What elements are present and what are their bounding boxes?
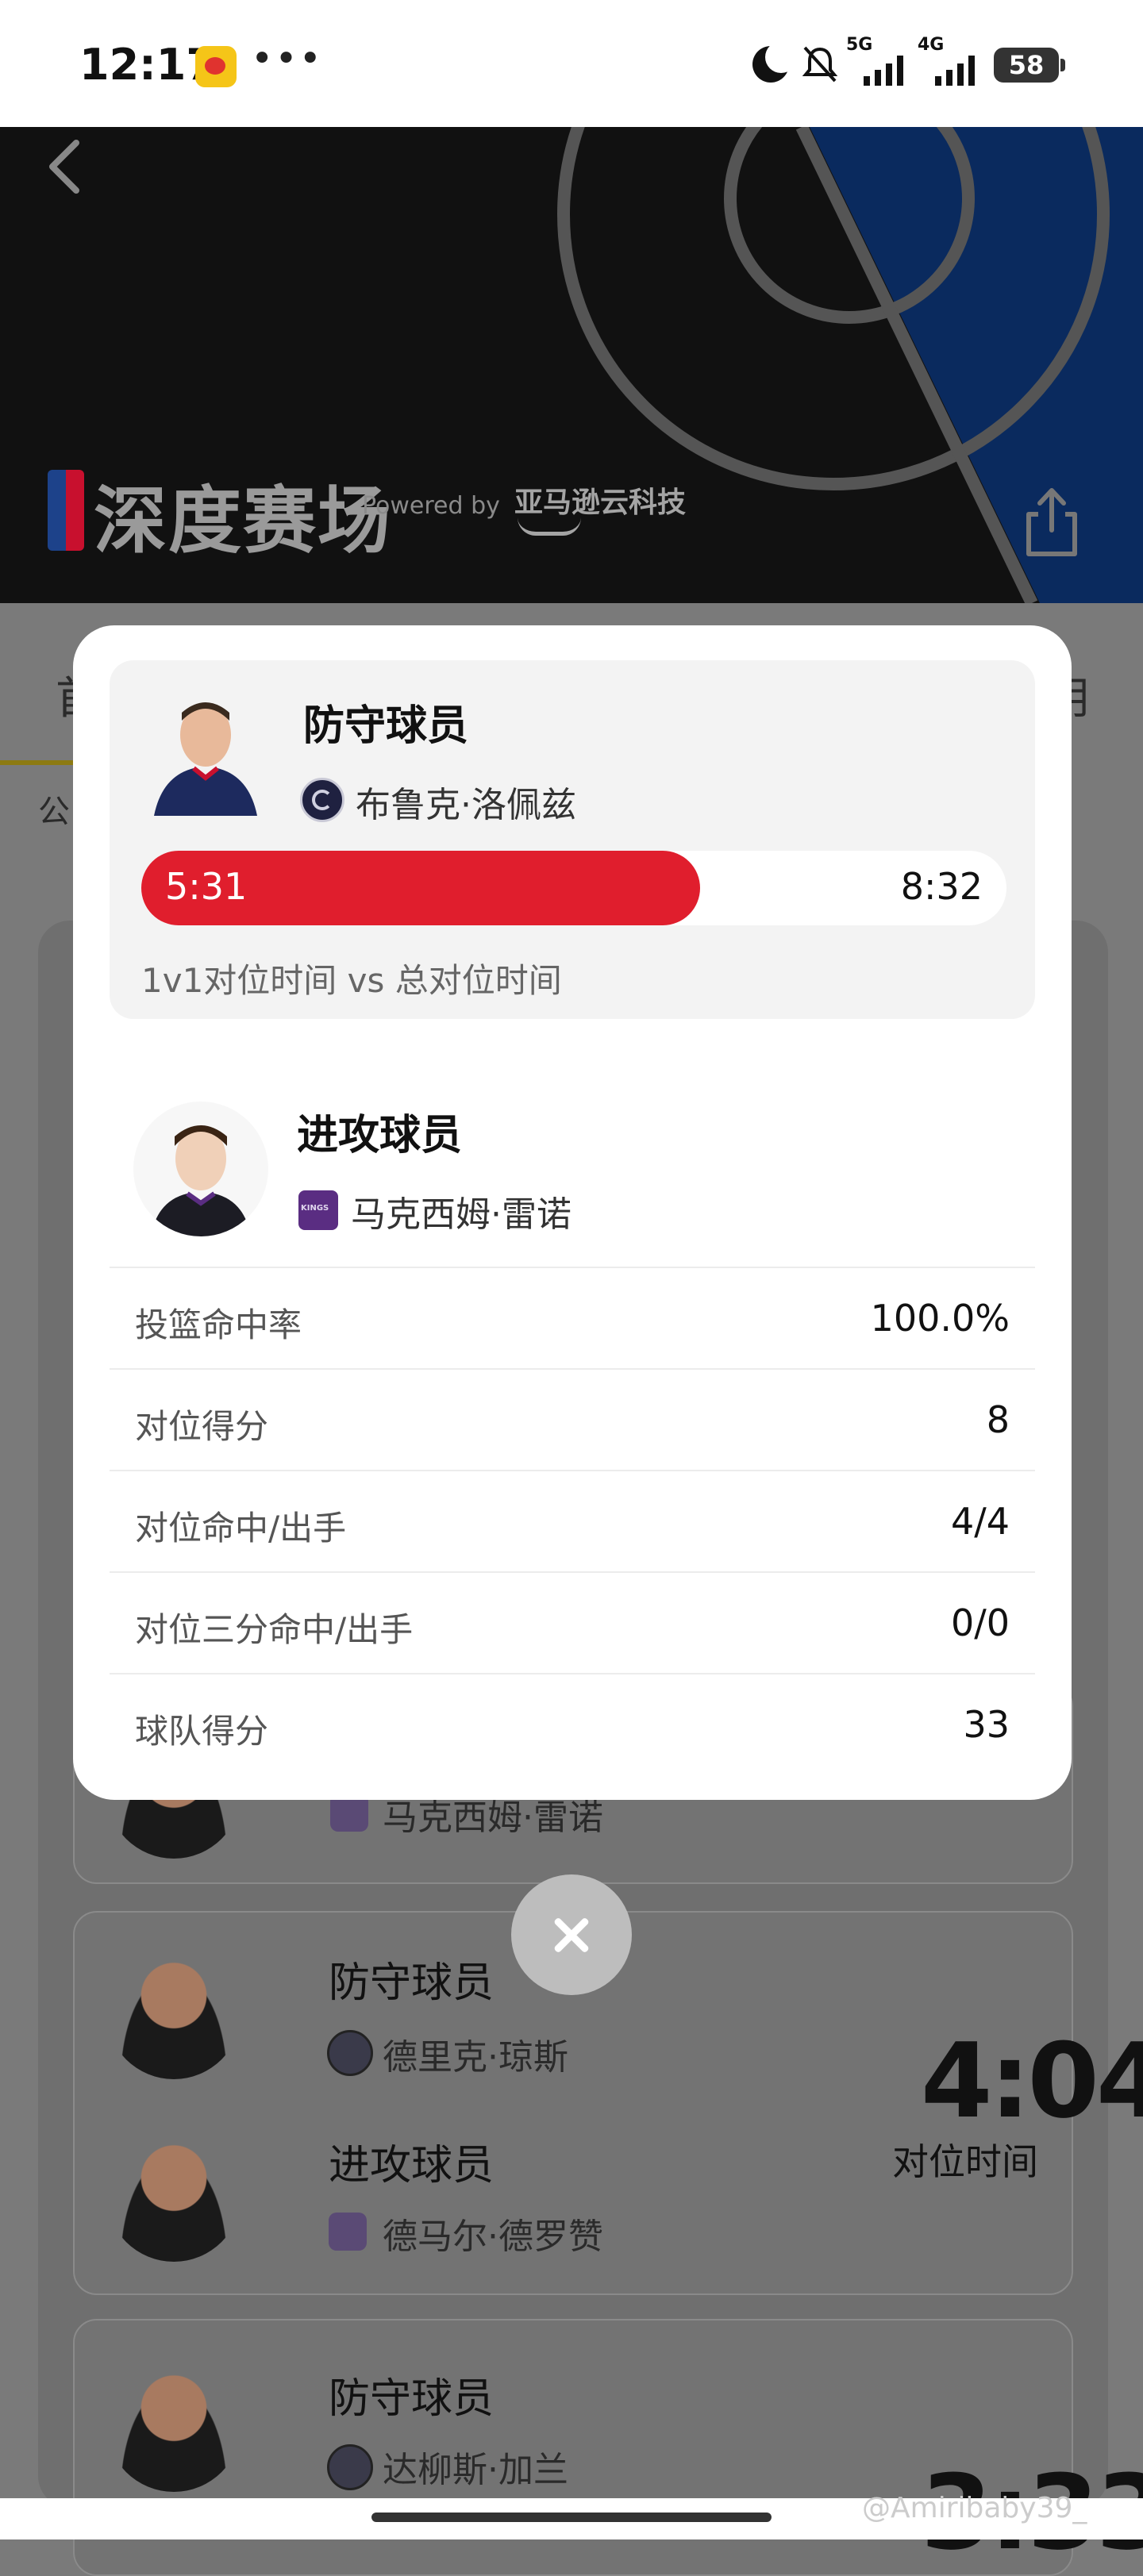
stat-label: 投篮命中率 <box>135 1305 302 1344</box>
defense-player-name: 德里克·琼斯 <box>383 2037 568 2078</box>
do-not-disturb-icon <box>752 41 797 83</box>
clippers-logo <box>300 778 344 822</box>
stat-row: 投篮命中率 100.0% <box>110 1267 1035 1368</box>
amazon-brand: 亚马逊云科技 <box>514 486 687 519</box>
stat-label: 对位三分命中/出手 <box>135 1610 414 1649</box>
kings-logo <box>298 1190 338 1230</box>
offense-player-name: 德马尔·德罗赞 <box>383 2217 603 2257</box>
mute-bell-icon <box>802 46 838 83</box>
stat-row: 对位命中/出手 4/4 <box>110 1470 1035 1571</box>
home-indicator[interactable] <box>371 2513 772 2522</box>
powered-by-label: Powered by <box>362 492 500 520</box>
more-notifications-icon: ••• <box>251 37 323 81</box>
stat-value: 8 <box>986 1398 1010 1441</box>
offense-player-name: 马克西姆·雷诺 <box>351 1194 572 1235</box>
stat-value: 0/0 <box>950 1601 1010 1644</box>
battery-icon: 58 <box>994 48 1065 83</box>
defense-role: 防守球员 <box>329 2375 495 2423</box>
signal-5g-icon: 5G <box>846 35 918 90</box>
defense-player-name: 布鲁克·洛佩兹 <box>356 785 576 825</box>
offense-player-avatar <box>133 1102 268 1236</box>
clippers-logo <box>327 2444 373 2490</box>
stat-row: 对位三分命中/出手 0/0 <box>110 1571 1035 1673</box>
defense-role: 防守球员 <box>329 1959 495 2007</box>
stat-value: 33 <box>963 1703 1010 1746</box>
signal-4g-icon: 4G <box>918 35 989 90</box>
watermark: @Amiribaby39_ <box>862 2492 1087 2524</box>
nba-logo <box>48 470 84 551</box>
stat-row: 对位得分 8 <box>110 1368 1035 1470</box>
header-banner: 深度赛场 Powered by 亚马逊云科技 <box>0 127 1143 603</box>
tab-underline <box>0 760 73 765</box>
matchup-detail-modal: 防守球员 布鲁克·洛佩兹 5:31 8:32 1v1对位时间 vs 总对位时间 … <box>73 625 1072 1800</box>
status-bar: 12:17 ••• 5G 4G 58 <box>0 0 1143 127</box>
offense-player-avatar <box>106 2127 241 2262</box>
stat-label: 对位命中/出手 <box>135 1509 347 1548</box>
stat-label: 球队得分 <box>135 1712 269 1751</box>
matchup-time-value: 5:31 <box>165 865 248 908</box>
stat-value: 4/4 <box>950 1500 1010 1543</box>
defense-role: 防守球员 <box>303 702 469 750</box>
defense-player-avatar <box>106 1944 241 2079</box>
matchup-time-label: 对位时间 <box>892 2140 1038 2183</box>
amazon-smile-icon <box>518 517 581 536</box>
kings-logo <box>329 2213 367 2251</box>
share-icon[interactable] <box>1022 486 1081 559</box>
banner-title: 深度赛场 <box>94 479 393 563</box>
defense-player-name: 达柳斯·加兰 <box>383 2450 568 2490</box>
defense-section: 防守球员 布鲁克·洛佩兹 5:31 8:32 1v1对位时间 vs 总对位时间 <box>110 660 1035 1019</box>
matchup-time-progress: 5:31 8:32 <box>141 851 1006 925</box>
matchup-time: 4:04 <box>921 2020 1143 2141</box>
stat-row: 球队得分 33 <box>110 1673 1035 1774</box>
defense-player-avatar <box>154 702 257 816</box>
time-compare-label: 1v1对位时间 vs 总对位时间 <box>141 961 562 1000</box>
sub-tab-first[interactable]: 公 <box>38 786 70 832</box>
stats-table: 投篮命中率 100.0% 对位得分 8 对位命中/出手 4/4 对位三分命中/出… <box>110 1267 1035 1774</box>
stat-label: 对位得分 <box>135 1407 269 1446</box>
back-arrow-icon[interactable] <box>41 135 89 198</box>
total-time-value: 8:32 <box>900 865 983 908</box>
stat-value: 100.0% <box>870 1297 1010 1340</box>
defense-player-avatar <box>106 2357 241 2492</box>
weibo-icon <box>195 46 237 87</box>
clippers-logo <box>327 2030 373 2076</box>
offense-role: 进攻球员 <box>329 2142 495 2190</box>
offense-role: 进攻球员 <box>297 1112 463 1159</box>
matchup-time-fill: 5:31 <box>141 851 701 925</box>
close-modal-button[interactable] <box>511 1874 632 1995</box>
